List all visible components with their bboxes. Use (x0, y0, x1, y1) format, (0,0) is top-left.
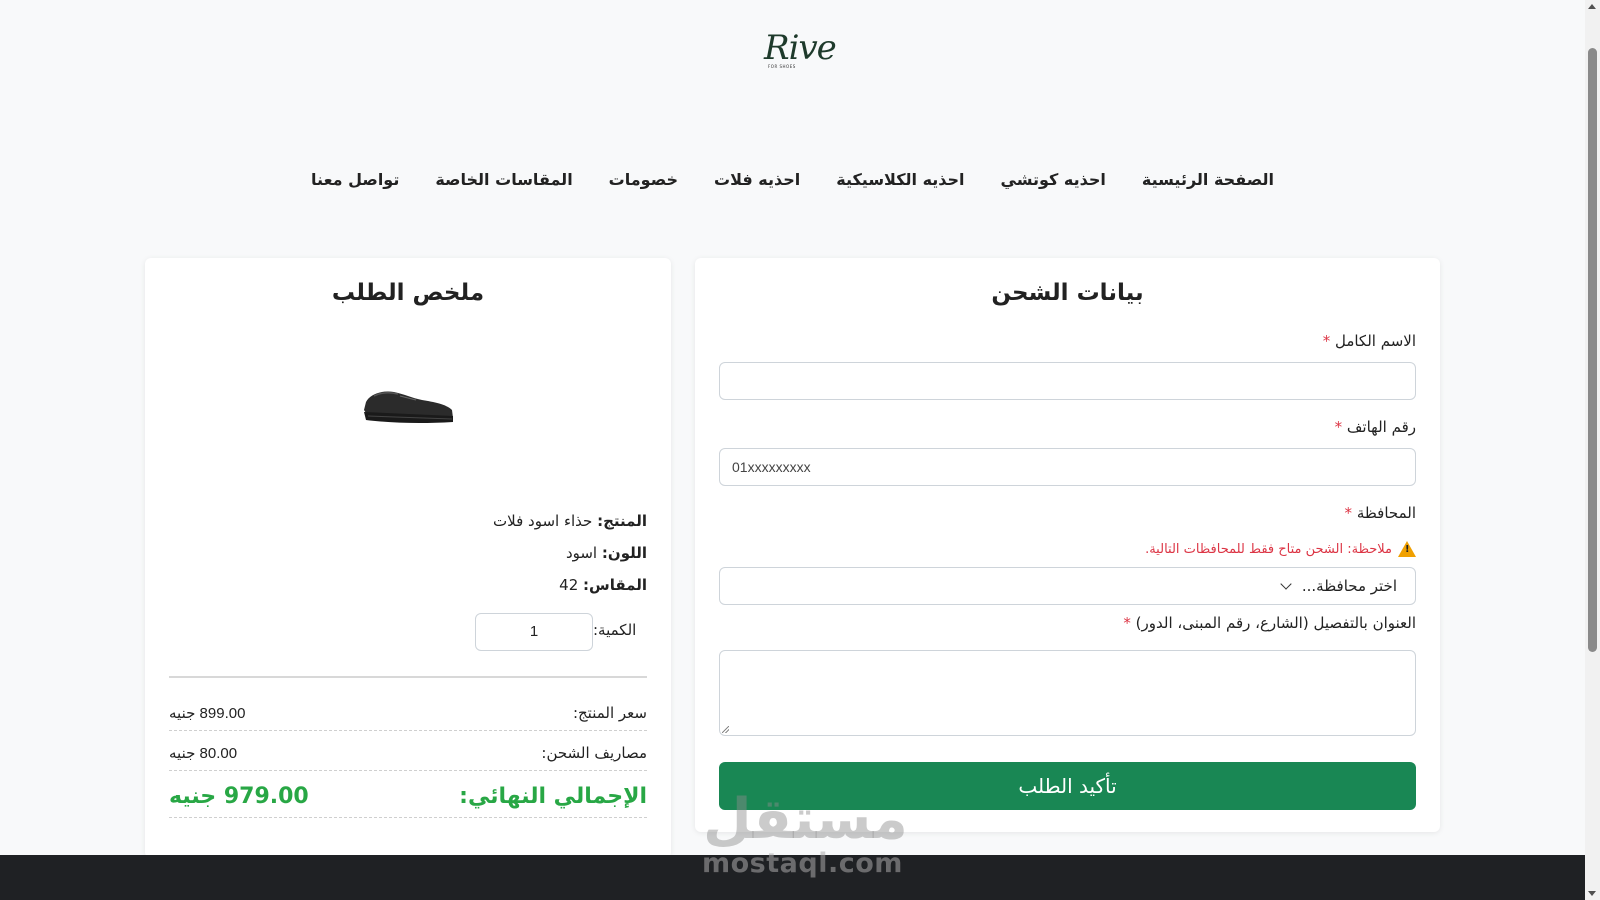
governorate-label-text: المحافظة (1356, 504, 1416, 522)
detail-size-key: المقاس: (583, 576, 647, 594)
shipping-note: ملاحظة: الشحن متاح فقط للمحافظات التالية… (1145, 541, 1416, 557)
full-name-input[interactable] (719, 362, 1416, 400)
nav-item-home[interactable]: الصفحة الرئيسية (1124, 168, 1292, 192)
scroll-up-icon[interactable] (1588, 4, 1596, 9)
quantity-label: الكمية: (593, 621, 637, 639)
price-row-total: الإجمالي النهائي: 979.00 جنيه (169, 784, 647, 818)
governorate-label: المحافظة * (1345, 504, 1416, 522)
shipping-cost-value: 80.00 جنيه (169, 745, 238, 762)
address-label-text: العنوان بالتفصيل (الشارع، رقم المبنى، ال… (1135, 614, 1416, 632)
shipping-note-text: ملاحظة: الشحن متاح فقط للمحافظات التالية… (1145, 541, 1392, 557)
warning-icon (1398, 541, 1416, 557)
product-price-value: 899.00 جنيه (169, 705, 246, 722)
total-label: الإجمالي النهائي: (459, 784, 647, 809)
summary-divider (169, 676, 647, 678)
quantity-input[interactable]: 1 (475, 613, 593, 651)
price-row-product: سعر المنتج: 899.00 جنيه (169, 704, 647, 731)
full-name-label: الاسم الكامل * (1323, 332, 1416, 350)
scroll-down-icon[interactable] (1588, 891, 1596, 896)
logo[interactable]: Rive FOR SHOES (764, 28, 837, 72)
summary-title: ملخص الطلب (331, 280, 485, 306)
shipping-card: بيانات الشحن الاسم الكامل * رقم الهاتف *… (695, 258, 1440, 832)
logo-subtext: FOR SHOES (768, 64, 796, 69)
nav-item-special-sizes[interactable]: المقاسات الخاصة (417, 168, 590, 192)
order-summary-card: ملخص الطلب المنتج: حذاء اسود فلات اللون:… (145, 258, 671, 858)
governorate-select[interactable]: اختر محافظة... (719, 567, 1416, 605)
full-name-label-text: الاسم الكامل (1334, 332, 1416, 350)
nav-item-contact[interactable]: تواصل معنا (293, 168, 417, 192)
detail-product-key: المنتج: (597, 512, 647, 530)
detail-color-key: اللون: (601, 544, 647, 562)
chevron-down-icon (1280, 578, 1292, 590)
shipping-cost-label: مصاريف الشحن: (541, 744, 647, 762)
nav-item-flats[interactable]: احذيه فلات (696, 168, 818, 192)
detail-product: المنتج: حذاء اسود فلات (493, 512, 647, 530)
watermark-arabic: مستقل (703, 787, 908, 852)
required-mark: * (1334, 418, 1343, 436)
product-image (364, 391, 453, 424)
nav-item-discounts[interactable]: خصومات (591, 168, 696, 192)
scroll-thumb[interactable] (1588, 48, 1597, 652)
required-mark: * (1344, 504, 1353, 522)
phone-label-text: رقم الهاتف (1346, 418, 1416, 436)
address-textarea[interactable] (719, 650, 1416, 736)
product-price-label: سعر المنتج: (572, 704, 647, 722)
governorate-selected-value: اختر محافظة... (1301, 577, 1397, 595)
logo-text: Rive (764, 28, 837, 68)
nav-item-sneakers[interactable]: احذيه كوتشي (983, 168, 1124, 192)
checkout-page: Rive FOR SHOES الصفحة الرئيسية احذيه كوت… (0, 0, 1585, 900)
required-mark: * (1322, 332, 1331, 350)
phone-input[interactable] (719, 448, 1416, 486)
detail-color: اللون: اسود (566, 544, 647, 562)
required-mark: * (1123, 614, 1131, 632)
nav-item-classic[interactable]: احذيه الكلاسيكية (818, 168, 982, 192)
shipping-title: بيانات الشحن (991, 280, 1144, 306)
phone-label: رقم الهاتف * (1335, 418, 1416, 436)
resize-grip-icon[interactable] (722, 726, 729, 733)
total-value: 979.00 جنيه (169, 784, 309, 809)
price-row-shipping: مصاريف الشحن: 80.00 جنيه (169, 744, 647, 771)
detail-color-value: اسود (565, 544, 598, 562)
address-label: العنوان بالتفصيل (الشارع، رقم المبنى، ال… (1123, 614, 1416, 632)
detail-product-value: حذاء اسود فلات (493, 512, 593, 530)
main-nav: الصفحة الرئيسية احذيه كوتشي احذيه الكلاس… (0, 168, 1585, 192)
detail-size: المقاس: 42 (559, 576, 647, 594)
vertical-scrollbar[interactable] (1585, 0, 1600, 900)
detail-size-value: 42 (559, 576, 579, 594)
watermark-english: mostaql.com (702, 848, 903, 879)
